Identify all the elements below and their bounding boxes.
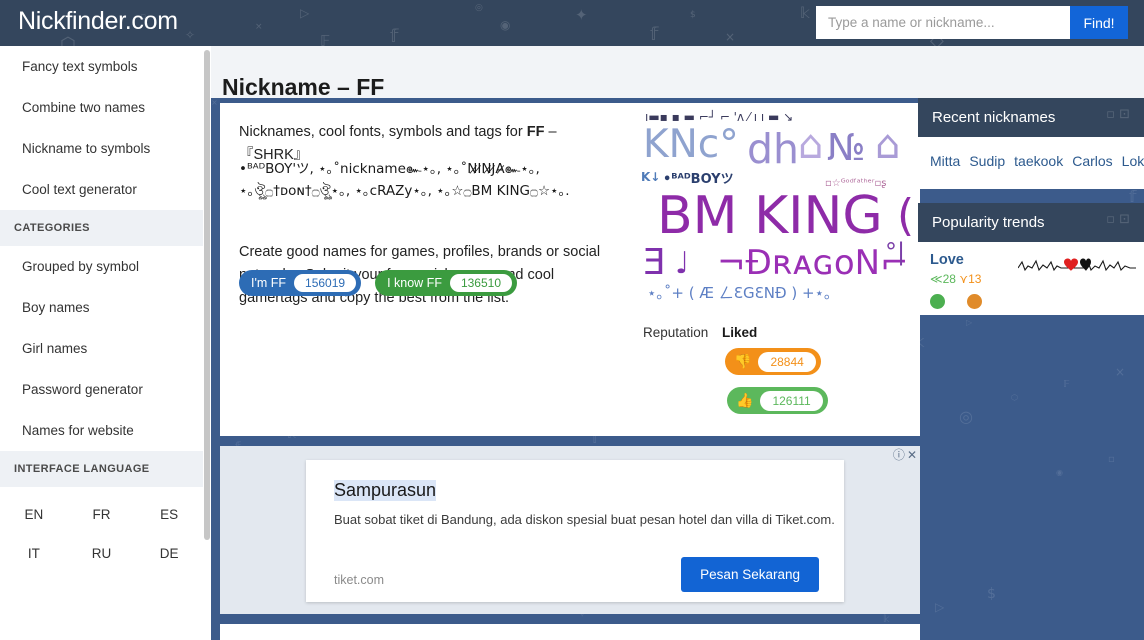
thumbs-up-icon: 👍 <box>736 392 754 409</box>
like-count: 126111 <box>760 390 823 411</box>
ad-domain: tiket.com <box>334 573 385 587</box>
word-cloud-term: № <box>827 126 866 169</box>
sidebar-section-interface-language: INTERFACE LANGUAGE <box>0 451 203 487</box>
dislike-count: 28844 <box>758 351 816 372</box>
trend-down-count: 13 <box>968 272 982 286</box>
im-ff-button[interactable]: I'm FF 156019 <box>239 270 362 296</box>
word-cloud-term: BM KING <box>657 186 883 246</box>
popularity-trends-title: Popularity trends ▫ ⊡ <box>918 203 1144 242</box>
word-cloud-term: •ᴮᴬᴰBOYツ <box>663 172 734 187</box>
im-ff-count: 156019 <box>294 274 357 292</box>
page-title-bar: Nickname – FF <box>211 46 1144 100</box>
find-button[interactable]: Find! <box>1070 6 1128 39</box>
recent-nickname-link[interactable]: Carlos <box>1072 153 1112 169</box>
sidebar-section-categories: CATEGORIES <box>0 210 203 246</box>
search-bar: Find! <box>816 6 1128 39</box>
word-cloud-term: °| <box>885 238 906 266</box>
reputation-status: Liked <box>722 325 758 340</box>
sidebar-item-password-generator[interactable]: Password generator <box>0 369 203 410</box>
recent-nicknames-title-text: Recent nicknames <box>932 109 1056 126</box>
sidebar-item-nickname-to-symbols[interactable]: Nickname to symbols <box>0 128 203 169</box>
recent-nickname-link[interactable]: Lokeshgamer <box>1122 153 1144 169</box>
popularity-trends-title-text: Popularity trends <box>932 214 1045 231</box>
trend-indicator-dots <box>930 294 1132 309</box>
sidebar-item-fancy-text-symbols[interactable]: Fancy text symbols <box>0 46 203 87</box>
recent-nicknames-list: MittaSudiptaekookCarlosLokeshgamerArjumR… <box>918 137 1144 189</box>
sidebar-scrollbar-thumb[interactable] <box>204 50 210 540</box>
trend-up-icon: ≪ <box>930 272 943 286</box>
ad-choices-controls: ⓘ ✕ <box>893 449 917 461</box>
language-option-ru[interactable]: RU <box>68 534 136 573</box>
sidebar-navigation: Fancy text symbols Combine two names Nic… <box>0 46 203 640</box>
trend-dot-green <box>930 294 945 309</box>
trend-down-icon: ⋎ <box>959 272 969 286</box>
ad-body-text: Buat sobat tiket di Bandung, ada diskon … <box>334 512 835 527</box>
language-selector: EN FR ES IT RU DE <box>0 487 203 573</box>
language-option-fr[interactable]: FR <box>68 495 136 534</box>
trend-sparkline <box>1018 258 1136 272</box>
recent-nickname-link[interactable]: Mitta <box>930 153 960 169</box>
popularity-trends-panel: Popularity trends ▫ ⊡ Love ≪28 ⋎13 <box>918 203 1144 315</box>
search-input[interactable] <box>816 6 1070 39</box>
word-cloud-term: ⌂ <box>798 122 824 168</box>
recent-nickname-link[interactable]: Sudip <box>969 153 1005 169</box>
vote-buttons: I'm FF 156019 I know FF 136510 <box>239 270 517 296</box>
thumbs-down-icon: 👎 <box>734 353 752 370</box>
trend-up-count: 28 <box>942 272 956 286</box>
word-cloud-term: ♩ <box>675 246 690 281</box>
sidebar-item-combine-two-names[interactable]: Combine two names <box>0 87 203 128</box>
ad-close-icon[interactable]: ✕ <box>907 449 917 461</box>
ad-title: Sampurasun <box>334 480 437 501</box>
i-know-ff-button[interactable]: I know FF 136510 <box>375 270 517 296</box>
word-cloud-term: Ǝ <box>643 242 666 283</box>
description-name: FF <box>526 124 545 140</box>
recent-nicknames-panel: Recent nicknames ▫ ⊡ Mitta Sudip taekook Ca… <box>918 98 1144 189</box>
recent-nicknames-title: Recent nicknames ▫ ⊡ <box>918 98 1144 137</box>
dislike-button[interactable]: 👎 28844 <box>725 348 821 375</box>
trend-dot-orange <box>967 294 982 309</box>
im-ff-label: I'm FF <box>251 276 287 290</box>
recent-nickname-link[interactable]: taekook <box>1014 153 1063 169</box>
word-cloud-term: ( <box>897 190 913 241</box>
sidebar-item-cool-text-generator[interactable]: Cool text generator <box>0 169 203 210</box>
reputation-label: Reputation <box>643 325 709 340</box>
site-header: ×▷𝔽𝕗◎◉✦𝕗$×𝕜⬡▫✧⌐◇ Nickfinder.com Find! <box>0 0 1144 46</box>
right-sidebar: Recent nicknames ▫ ⊡ Mitta Sudip taekook Ca… <box>918 98 1144 640</box>
sidebar-item-girl-names[interactable]: Girl names <box>0 328 203 369</box>
sidebar-item-boy-names[interactable]: Boy names <box>0 287 203 328</box>
ad-info-icon[interactable]: ⓘ <box>893 449 905 461</box>
i-know-ff-count: 136510 <box>449 274 512 292</box>
language-option-en[interactable]: EN <box>0 495 68 534</box>
word-cloud-term: dh <box>747 125 800 173</box>
panel-decorative-icon: ▫ ⊡ <box>1106 107 1130 122</box>
sidebar-item-grouped-by-symbol[interactable]: Grouped by symbol <box>0 246 203 287</box>
word-cloud-term: ⋆｡˚+ ( Æ ㄥƐGƐNÐ ) +⋆｡ <box>647 284 832 302</box>
site-logo[interactable]: Nickfinder.com <box>18 7 178 36</box>
language-option-es[interactable]: ES <box>135 495 203 534</box>
word-cloud-term: K↓ <box>641 170 661 184</box>
language-option-it[interactable]: IT <box>0 534 68 573</box>
i-know-ff-label: I know FF <box>387 276 442 290</box>
sidebar-scrollbar[interactable] <box>203 46 211 640</box>
advertisement-container: ⓘ ✕ Sampurasun Buat sobat tiket di Bandu… <box>220 446 920 614</box>
word-cloud-term: ¬ÐʀᴀɢᴏN⌐ <box>717 243 909 283</box>
word-cloud-term: ⌂ <box>875 122 901 168</box>
panel-decorative-icon: ▫ ⊡ <box>1106 212 1130 227</box>
word-cloud-term: ı▬▪ ▪ ▬ ⌐┘ ⌐ 'ʌ ⁄ ı ı ▬ ↘ <box>645 110 794 124</box>
word-cloud-term: KNc° <box>643 122 739 167</box>
advertisement-card[interactable]: Sampurasun Buat sobat tiket di Bandung, … <box>306 460 844 602</box>
nickname-word-cloud: KNc° dh ⌂ № ⌂ ı▬▪ ▪ ▬ ⌐┘ ⌐ 'ʌ ⁄ ı ı ▬ ↘ K↓ •ᴮᴬᴰ… <box>635 108 913 308</box>
nickname-info-card: Nicknames, cool fonts, symbols and tags … <box>220 103 920 436</box>
like-button[interactable]: 👍 126111 <box>727 387 828 414</box>
ad-cta-button[interactable]: Pesan Sekarang <box>681 557 819 592</box>
description-lead: Nicknames, cool fonts, symbols and tags … <box>239 124 527 140</box>
sidebar-item-names-for-website[interactable]: Names for website <box>0 410 203 451</box>
next-content-card <box>220 624 920 640</box>
language-option-de[interactable]: DE <box>135 534 203 573</box>
trend-item: Love ≪28 ⋎13 <box>918 242 1144 315</box>
